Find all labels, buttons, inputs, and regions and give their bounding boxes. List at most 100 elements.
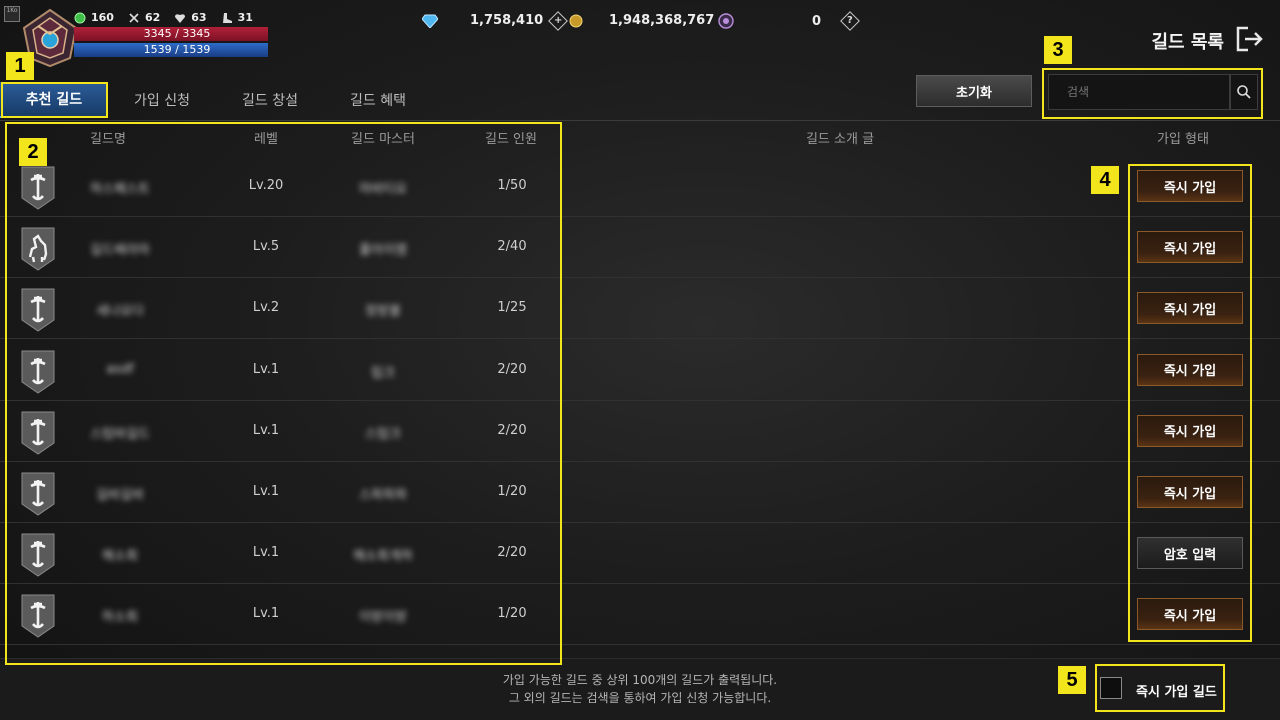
heart-shield-icon (175, 13, 186, 23)
table-row[interactable]: 해소회 Lv.1 해소회게하 2/20 암호 입력 (0, 523, 1280, 585)
anchor-emblem-icon (21, 288, 55, 332)
search-icon (1237, 85, 1251, 99)
anchor-emblem-icon (21, 166, 55, 210)
guild-master: 마바티요 (359, 182, 407, 197)
table-row[interactable]: 하소회 Lv.1 이방이방 1/20 즉시 가입 (0, 584, 1280, 646)
guild-members: 2/20 (497, 361, 527, 377)
stat-speed: 31 (221, 11, 253, 24)
footer-notice-line2: 그 외의 길드는 검색을 통하여 가입 신청 가능합니다. (508, 691, 772, 705)
diamond-gem-icon (422, 14, 438, 28)
anchor-emblem-icon (21, 472, 55, 516)
footer-bar: 가입 가능한 길드 중 상위 100개의 길드가 출력됩니다. 그 외의 길드는… (0, 658, 1280, 720)
tab-recommended[interactable]: 추천 길드 (0, 82, 108, 118)
footer-notice: 가입 가능한 길드 중 상위 100개의 길드가 출력됩니다. 그 외의 길드는… (503, 671, 777, 707)
token-help-label: ? (847, 15, 853, 26)
tab-guild-benefits[interactable]: 길드 혜택 (324, 82, 432, 118)
guild-name: 길드배라마 (90, 243, 150, 259)
guild-level: Lv.20 (248, 178, 284, 193)
guild-members: 1/50 (497, 178, 527, 193)
guild-name: 하소회 (102, 610, 138, 626)
column-header-members: 길드 인원 (485, 132, 537, 147)
anchor-emblem-icon (21, 594, 55, 638)
column-header-join-type: 가입 형태 (1157, 132, 1209, 147)
instant-join-button[interactable]: 즉시 가입 (1137, 598, 1243, 631)
instant-join-button[interactable]: 즉시 가입 (1137, 476, 1243, 508)
guild-members: 1/25 (497, 300, 527, 316)
table-row[interactable]: 세나요다 Lv.2 정방불 1/25 즉시 가입 (0, 278, 1280, 340)
stat-attack-value: 62 (144, 11, 161, 24)
instant-join-button[interactable]: 즉시 가입 (1137, 170, 1243, 202)
instant-join-button[interactable]: 즉시 가입 (1137, 231, 1243, 264)
guild-master: 스텀크 (365, 426, 401, 442)
instant-join-filter-checkbox[interactable] (1100, 677, 1122, 699)
instant-join-button[interactable]: 즉시 가입 (1137, 414, 1243, 447)
guild-level: Lv.5 (252, 239, 280, 255)
guild-members: 2/20 (497, 545, 527, 561)
exit-icon[interactable] (1236, 26, 1264, 52)
guild-master: 이방이방 (359, 610, 407, 626)
guild-level: Lv.1 (252, 422, 280, 438)
guild-level: Lv.1 (252, 361, 280, 377)
footer-notice-line1: 가입 가능한 길드 중 상위 100개의 길드가 출력됩니다. (502, 673, 778, 687)
guild-master: 립크 (371, 365, 395, 381)
instant-join-filter-label[interactable]: 즉시 가입 길드 (1136, 681, 1217, 700)
guild-master: 정방불 (365, 304, 401, 320)
stat-level: 160 (74, 11, 114, 24)
guild-name: 길바길바 (96, 488, 144, 503)
anchor-emblem-icon (21, 350, 55, 394)
currency-diamond: 1,758,410 + (422, 10, 569, 31)
anchor-emblem-icon (21, 533, 55, 577)
currency-token: 0 ? (718, 11, 860, 31)
gold-coin-icon (569, 14, 583, 27)
hp-bar: 3345 / 3345 (74, 27, 268, 41)
table-row[interactable]: 하스페스트 Lv.20 마바티요 1/50 즉시 가입 (0, 156, 1280, 217)
instant-join-button[interactable]: 즉시 가입 (1137, 292, 1243, 325)
tab-bar: 추천 길드 가입 신청 길드 창설 길드 혜택 (0, 82, 432, 118)
token-help-button[interactable]: ? (840, 11, 860, 31)
tab-applications[interactable]: 가입 신청 (108, 82, 216, 118)
system-menu-icon[interactable]: 1Ko (4, 6, 20, 22)
diamond-amount: 1,758,410 (470, 13, 544, 28)
table-row[interactable]: 스텀바길드 Lv.1 스텀크 2/20 즉시 가입 (0, 401, 1280, 462)
stat-defense-value: 63 (191, 11, 207, 24)
annotation-label-2: 2 (19, 138, 47, 166)
table-row[interactable]: asdf Lv.1 립크 2/20 즉시 가입 (0, 340, 1280, 401)
token-amount: 0 (812, 13, 822, 29)
reset-button[interactable]: 초기화 (916, 75, 1032, 107)
search-button[interactable] (1230, 74, 1258, 110)
column-header-name: 길드명 (90, 132, 126, 147)
stat-attack: 62 (128, 11, 160, 24)
purple-token-icon (718, 13, 734, 29)
instant-join-button[interactable]: 즉시 가입 (1137, 353, 1243, 386)
guild-name: 해소회 (102, 549, 138, 565)
add-diamond-button[interactable]: + (548, 10, 569, 31)
annotation-label-5: 5 (1058, 666, 1086, 694)
table-row[interactable]: 길드배라마 Lv.5 풀아이엠 2/40 즉시 가입 (0, 217, 1280, 279)
guild-level: Lv.1 (252, 484, 280, 499)
annotation-label-3: 3 (1044, 36, 1072, 64)
table-header: 길드명 레벨 길드 마스터 길드 인원 길드 소개 글 가입 형태 (0, 128, 1280, 150)
column-header-intro: 길드 소개 글 (805, 132, 875, 147)
enter-password-button[interactable]: 암호 입력 (1137, 537, 1243, 570)
guild-name: 하스페스트 (90, 182, 150, 197)
stat-level-value: 160 (91, 11, 114, 24)
guild-members: 1/20 (497, 484, 527, 499)
stat-defense: 63 (174, 11, 207, 24)
table-row[interactable]: 길바길바 Lv.1 스파파파 1/20 즉시 가입 (0, 462, 1280, 523)
hp-value: 3345 / 3345 (143, 27, 211, 40)
mp-value: 1539 / 1539 (143, 43, 211, 56)
guild-name: 세나요다 (96, 304, 144, 320)
guild-master: 스파파파 (359, 488, 407, 503)
add-diamond-label: + (554, 14, 563, 26)
column-header-master: 길드 마스터 (351, 132, 415, 147)
guild-name: 스텀바길드 (90, 426, 150, 442)
guild-members: 1/20 (497, 606, 527, 622)
annotation-label-1: 1 (6, 52, 34, 80)
tab-create-guild[interactable]: 길드 창설 (216, 82, 324, 118)
guild-master: 풀아이엠 (359, 243, 407, 259)
guild-members: 2/20 (497, 422, 527, 438)
search-input[interactable] (1048, 74, 1230, 110)
boot-icon (222, 12, 232, 23)
column-header-level: 레벨 (254, 132, 278, 147)
guild-level: Lv.1 (252, 545, 280, 561)
